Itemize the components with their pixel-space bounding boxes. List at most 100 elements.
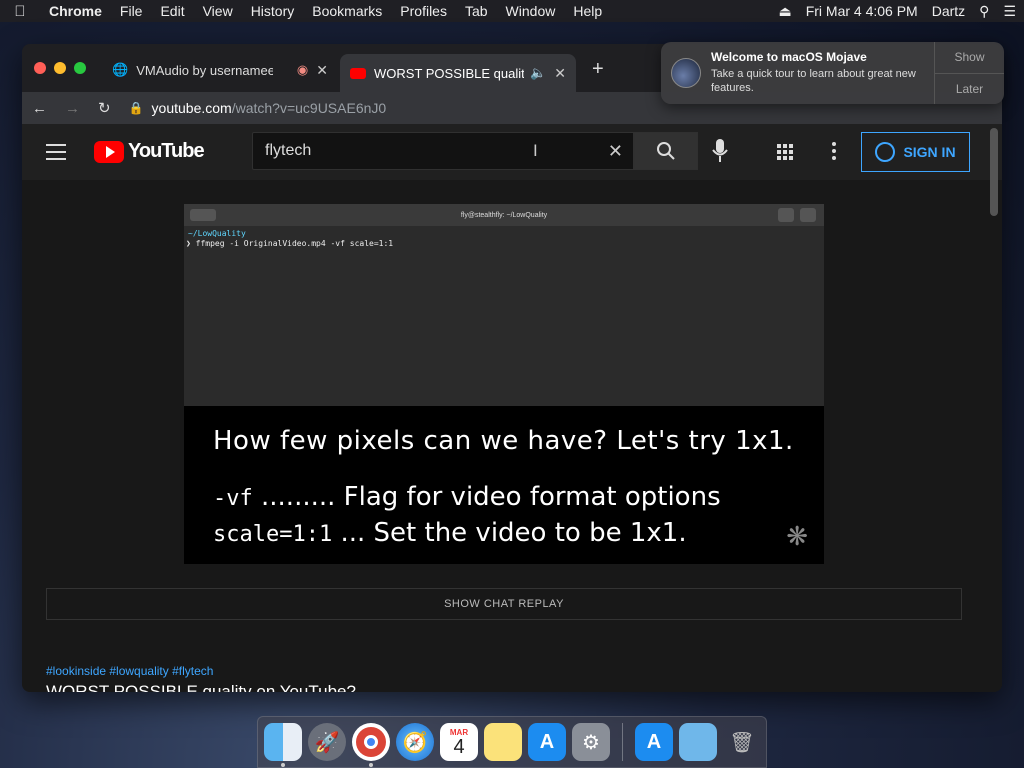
show-chat-replay-button[interactable]: SHOW CHAT REPLAY	[46, 588, 962, 620]
eject-icon[interactable]: ⏏	[778, 3, 791, 20]
video-hashtags[interactable]: #lookinside #lowquality #flytech	[46, 664, 213, 678]
text-cursor-icon: Ⅰ	[533, 143, 538, 160]
menubar-clock[interactable]: Fri Mar 4 4:06 PM	[806, 3, 918, 19]
calendar-day: 4	[453, 735, 465, 758]
app-store-icon[interactable]: A	[528, 723, 566, 761]
close-tab-icon[interactable]: ✕	[316, 62, 328, 79]
browser-window: 🌐 VMAudio by usernamee ◉ ✕ WORST POSSIBL…	[22, 44, 1002, 692]
reload-icon[interactable]: ↻	[98, 99, 111, 117]
search-input[interactable]: flytech Ⅰ ✕	[252, 132, 634, 170]
caption-line-2: -vf​ ......... Flag for video format opt…	[213, 482, 721, 512]
caption-line-3: scale=1:1 ... Set the video to be 1x1.	[213, 518, 687, 548]
dock-separator	[622, 723, 623, 761]
clear-search-icon[interactable]: ✕	[608, 141, 623, 162]
menu-tab[interactable]: Tab	[456, 3, 497, 19]
youtube-page: YouTube flytech Ⅰ ✕ SIGN IN fly@stealthf…	[22, 124, 1002, 692]
globe-icon: 🌐	[112, 62, 129, 77]
terminal-title: fly@stealthfly: ~/LowQuality	[460, 211, 548, 219]
zoom-window-button[interactable]	[74, 62, 86, 74]
notification-show-button[interactable]: Show	[935, 42, 1004, 74]
menu-icon[interactable]	[46, 144, 66, 165]
launchpad-icon[interactable]: 🚀	[308, 723, 346, 761]
youtube-header: YouTube flytech Ⅰ ✕ SIGN IN	[22, 124, 1002, 180]
macos-notification[interactable]: Welcome to macOS Mojave Take a quick tou…	[661, 42, 1004, 104]
terminal-new-tab-icon	[190, 209, 216, 221]
notification-message: Take a quick tour to learn about great n…	[711, 68, 916, 94]
tab-youtube-active[interactable]: WORST POSSIBLE quality 🔈 ✕	[340, 54, 576, 92]
downloads-folder-icon[interactable]	[679, 723, 717, 761]
video-title: WORST POSSIBLE quality on YouTube?	[46, 682, 356, 692]
menu-view[interactable]: View	[194, 3, 242, 19]
menu-help[interactable]: Help	[564, 3, 611, 19]
terminal-command: ❯ ffmpeg -i OriginalVideo.mp4 -vf scale=…	[186, 239, 394, 248]
apps-grid-icon[interactable]	[777, 144, 793, 160]
address-bar[interactable]: 🔒 youtube.com/watch?v=uc9USAE6nJ0	[129, 100, 387, 116]
youtube-play-icon	[94, 140, 124, 163]
new-tab-icon[interactable]: +	[592, 58, 604, 81]
menu-file[interactable]: File	[111, 3, 152, 19]
notification-title: Welcome to macOS Mojave	[711, 50, 867, 64]
calendar-icon[interactable]: MAR 4	[440, 723, 478, 761]
tab-title: WORST POSSIBLE quality	[374, 65, 524, 81]
page-scrollbar[interactable]	[990, 128, 998, 216]
close-window-button[interactable]	[34, 62, 46, 74]
menu-window[interactable]: Window	[497, 3, 565, 19]
notes-icon[interactable]	[484, 723, 522, 761]
tab-vmaudio[interactable]: 🌐 VMAudio by usernamee ◉ ✕	[102, 54, 338, 86]
video-player[interactable]: fly@stealthfly: ~/LowQuality ~/LowQualit…	[184, 204, 824, 564]
search-button[interactable]	[634, 132, 698, 170]
speaker-icon[interactable]: 🔈	[530, 65, 546, 81]
app-store-download-icon[interactable]: A	[635, 723, 673, 761]
terminal-titlebar: fly@stealthfly: ~/LowQuality	[184, 204, 824, 226]
menu-bar:  Chrome File Edit View History Bookmark…	[0, 0, 1024, 22]
finder-icon[interactable]	[264, 723, 302, 767]
trash-icon[interactable]: 🗑	[723, 723, 761, 761]
menubar-user[interactable]: Dartz	[932, 3, 965, 19]
forward-icon[interactable]: →	[65, 100, 80, 117]
youtube-logo[interactable]: YouTube	[94, 140, 205, 163]
recording-icon: ◉	[296, 62, 309, 77]
microphone-icon[interactable]	[712, 139, 728, 168]
video-caption: How few pixels can we have? Let's try 1x…	[184, 406, 824, 564]
youtube-logo-text: YouTube	[128, 140, 205, 162]
terminal-directory: ~/LowQuality	[188, 229, 246, 238]
menu-history[interactable]: History	[242, 3, 304, 19]
chat-replay-label: SHOW CHAT REPLAY	[444, 598, 564, 610]
apple-menu-icon[interactable]: 	[0, 3, 40, 20]
caption-flag-desc: ......... Flag for video format options	[252, 482, 721, 512]
caption-scale-desc: ... Set the video to be 1x1.	[332, 518, 687, 548]
search-value: flytech	[265, 142, 312, 159]
close-tab-icon[interactable]: ✕	[554, 65, 566, 82]
chrome-icon[interactable]	[352, 723, 390, 767]
window-controls	[34, 62, 86, 74]
macos-mojave-icon	[671, 58, 701, 88]
caption-line-1: How few pixels can we have? Let's try 1x…	[213, 426, 794, 456]
search-icon	[657, 142, 675, 160]
tab-title: VMAudio by usernamee	[136, 62, 273, 78]
notification-center-icon[interactable]: ☰	[1003, 3, 1016, 20]
minimize-window-button[interactable]	[54, 62, 66, 74]
youtube-icon	[350, 67, 366, 79]
lock-icon: 🔒	[128, 101, 144, 115]
sign-in-button[interactable]: SIGN IN	[861, 132, 970, 172]
terminal-menu-icon	[800, 208, 816, 222]
url-path: /watch?v=uc9USAE6nJ0	[231, 100, 387, 116]
url-host: youtube.com	[151, 100, 232, 116]
terminal-search-icon	[778, 208, 794, 222]
terminal-window: fly@stealthfly: ~/LowQuality ~/LowQualit…	[184, 204, 824, 406]
back-icon[interactable]: ←	[32, 100, 47, 117]
sign-in-label: SIGN IN	[903, 144, 956, 160]
more-options-icon[interactable]	[832, 142, 836, 160]
account-icon	[875, 142, 896, 162]
menu-app-chrome[interactable]: Chrome	[40, 3, 111, 19]
menu-edit[interactable]: Edit	[151, 3, 193, 19]
menu-bookmarks[interactable]: Bookmarks	[303, 3, 391, 19]
menu-profiles[interactable]: Profiles	[391, 3, 456, 19]
caption-flag: -vf	[213, 486, 253, 511]
system-preferences-icon[interactable]: ⚙	[572, 723, 610, 761]
safari-icon[interactable]: 🧭	[396, 723, 434, 761]
fly-logo-icon: ❋	[786, 521, 808, 551]
dock: 🚀 🧭 MAR 4 A ⚙ A 🗑	[257, 716, 767, 768]
notification-later-button[interactable]: Later	[935, 74, 1004, 105]
spotlight-search-icon[interactable]: ⚲	[979, 3, 989, 20]
